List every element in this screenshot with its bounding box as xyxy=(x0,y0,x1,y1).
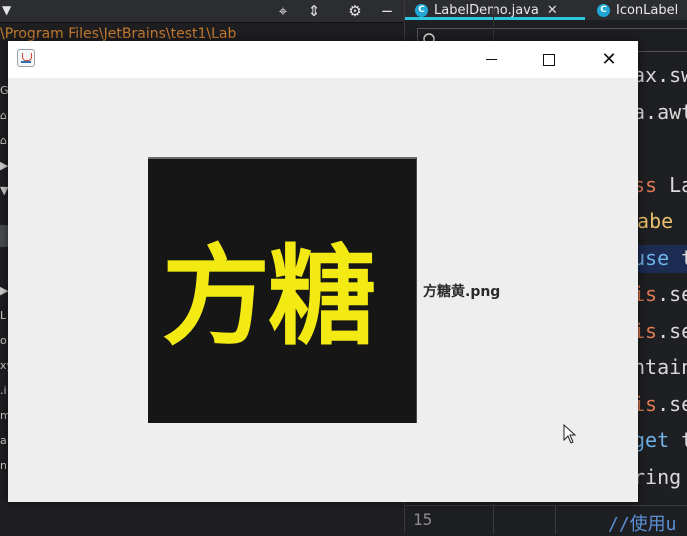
image-filename-label: 方糖黄.png xyxy=(423,284,501,300)
tree-fragment: ▶ xyxy=(0,159,8,172)
tree-fragment: ⌂ xyxy=(0,109,7,122)
code-line: is.se xyxy=(633,391,687,416)
java-class-icon: C xyxy=(415,3,428,17)
collapse-icon[interactable]: ⇕ xyxy=(303,0,325,22)
tree-fragment: xy xyxy=(0,359,8,372)
tree-fragment: n xyxy=(0,459,7,472)
code-line: is.se xyxy=(633,318,687,343)
tab-label: IconLabel xyxy=(616,2,679,18)
tab-label: LabelDemo.java xyxy=(434,2,539,18)
tree-fragment xyxy=(0,228,8,253)
close-icon: ✕ xyxy=(601,49,617,70)
minimize-button[interactable] xyxy=(462,41,520,78)
hide-icon[interactable]: − xyxy=(376,0,398,22)
tab-iconlabel[interactable]: C IconLabel xyxy=(597,0,678,20)
tree-fragment: m xyxy=(0,409,8,422)
tree-fragment: G xyxy=(0,84,8,97)
code-line: use t xyxy=(633,245,687,270)
code-line: ntain xyxy=(633,355,687,379)
project-tree-fragments: G ⌂ ⌂ ▶ ▼ ▶ Lo xy .i man xyxy=(0,78,8,478)
java-cup-icon[interactable] xyxy=(17,49,35,67)
tree-fragment: L xyxy=(0,309,7,322)
close-button[interactable]: ✕ xyxy=(580,41,638,78)
editor-tab-strip: C LabelDemo.java ✕ C IconLabel xyxy=(405,0,687,20)
label-demo-window: ✕ 方糖 方糖黄.png xyxy=(8,41,638,502)
code-line: is.se xyxy=(633,282,687,306)
maximize-icon xyxy=(543,53,555,66)
tree-fragment: .i xyxy=(0,384,7,397)
minimize-icon xyxy=(485,59,497,60)
tree-fragment: o xyxy=(0,334,7,347)
editor-bottom-row: 15 //使用u xyxy=(405,505,687,535)
window-title-bar[interactable]: ✕ xyxy=(8,41,638,78)
image-icon-label: 方糖 xyxy=(148,157,417,423)
image-text-fangtang: 方糖 xyxy=(162,235,376,360)
java-class-icon: C xyxy=(597,3,610,17)
mouse-pointer-icon xyxy=(563,424,577,444)
maximize-button[interactable] xyxy=(520,41,578,78)
gutter-divider xyxy=(555,506,556,534)
code-comment: //使用u xyxy=(608,514,677,535)
ide-toolbar: ▼ ⌖ ⇕ ⚙ − xyxy=(0,0,404,23)
active-tab-indicator xyxy=(405,17,585,20)
gear-icon[interactable]: ⚙ xyxy=(344,0,366,22)
line-number: 15 xyxy=(413,510,433,529)
tree-fragment xyxy=(0,253,8,278)
crosshair-icon[interactable]: ⌖ xyxy=(272,0,294,22)
close-icon[interactable]: ✕ xyxy=(547,3,558,18)
code-line: ring xyxy=(633,464,682,489)
chevron-down-icon[interactable]: ▼ xyxy=(2,3,11,17)
tree-fragment xyxy=(0,203,8,228)
code-line: ax.sw xyxy=(633,63,687,87)
tree-fragment: ▼ xyxy=(0,184,8,197)
gutter-divider xyxy=(493,506,494,534)
code-line: ss La xyxy=(633,172,687,197)
tree-fragment: ▶ xyxy=(0,284,8,297)
code-line: get t xyxy=(633,428,687,452)
tree-fragment: a xyxy=(0,434,7,447)
tree-fragment: ⌂ xyxy=(0,134,7,147)
code-line: a.awt xyxy=(633,99,687,124)
